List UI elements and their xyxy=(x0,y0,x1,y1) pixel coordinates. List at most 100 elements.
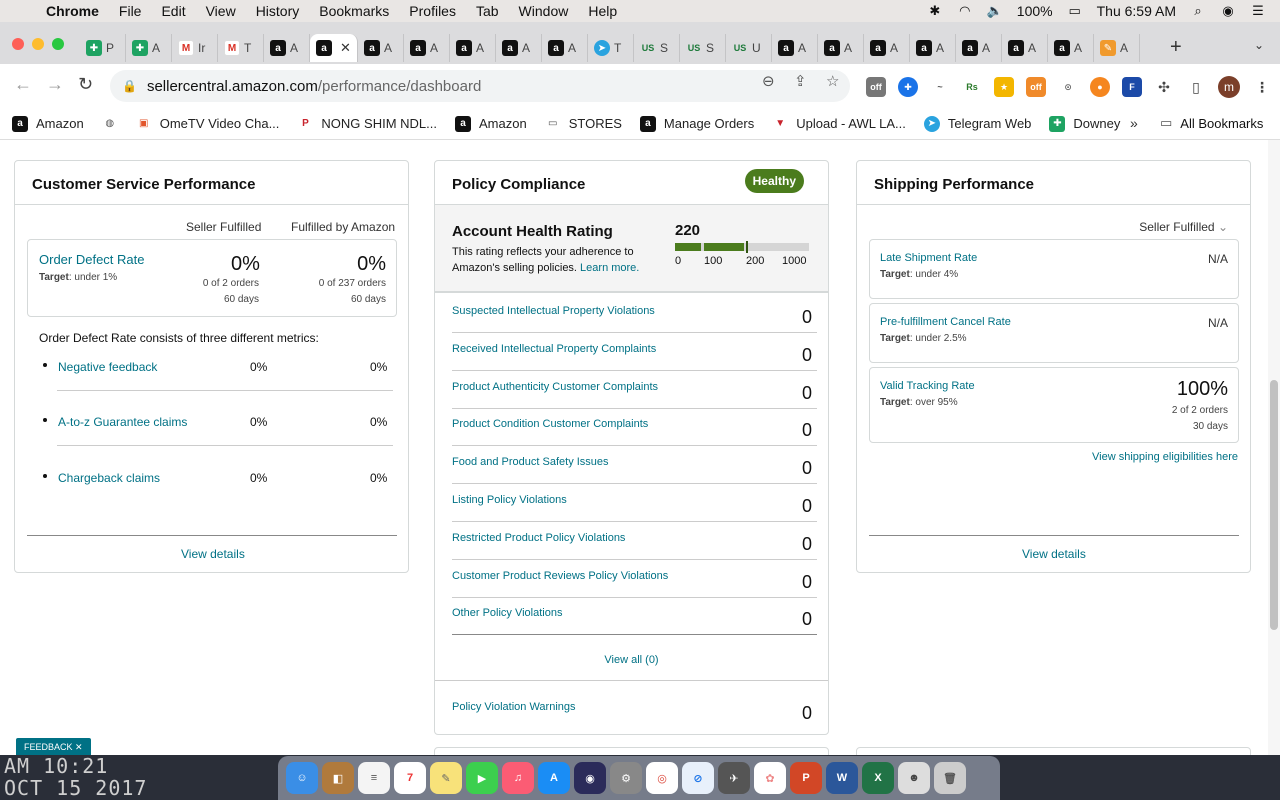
violation-link[interactable]: Customer Product Reviews Policy Violatio… xyxy=(452,570,668,582)
bookmark-item[interactable]: ▼ Upload - AWL LA... xyxy=(772,116,906,132)
browser-tab[interactable]: MT xyxy=(218,34,264,62)
view-all-violations-link[interactable]: View all (0) xyxy=(435,654,828,666)
bookmark-item[interactable]: ▣ OmeTV Video Cha... xyxy=(136,116,279,132)
reminders-icon[interactable]: ≡ xyxy=(358,762,390,794)
finder-icon[interactable]: ☺ xyxy=(286,762,318,794)
bookmark-item[interactable]: ◍ xyxy=(102,116,118,132)
menubar-clock[interactable]: Thu 6:59 AM xyxy=(1097,3,1176,19)
bookmark-item[interactable]: a Amazon xyxy=(455,115,527,132)
wifi-icon[interactable]: ◠ xyxy=(957,3,973,19)
profile-avatar[interactable]: m xyxy=(1218,76,1240,98)
close-tab-icon[interactable]: ✕ xyxy=(340,40,351,56)
more-menu-icon[interactable]: ⋮ xyxy=(1252,77,1272,97)
bookmark-item[interactable]: ✚ Downey xyxy=(1049,115,1120,132)
metric-atoz-claims-link[interactable]: A-to-z Guarantee claims xyxy=(58,415,187,429)
zoom-window-button[interactable] xyxy=(52,38,64,50)
violation-link[interactable]: Received Intellectual Property Complaint… xyxy=(452,343,656,355)
system-preferences-icon[interactable]: ⚙ xyxy=(610,762,642,794)
browser-tab[interactable]: US S xyxy=(680,34,726,62)
reload-icon[interactable]: ↻ xyxy=(78,74,93,95)
browser-tab[interactable]: ✚ A xyxy=(126,34,172,62)
side-panel-icon[interactable]: ▯ xyxy=(1186,77,1206,97)
browser-tab[interactable]: US S xyxy=(634,34,680,62)
bluetooth-icon[interactable]: ✱ xyxy=(927,3,943,19)
chrome-icon[interactable]: ◎ xyxy=(646,762,678,794)
order-defect-rate-link[interactable]: Order Defect Rate xyxy=(39,252,145,267)
violation-link[interactable]: Food and Product Safety Issues xyxy=(452,456,609,468)
browser-tab[interactable]: aA xyxy=(910,34,956,62)
browser-tab[interactable]: aA xyxy=(358,34,404,62)
close-window-button[interactable] xyxy=(12,38,24,50)
pre-fulfillment-cancel-rate-link[interactable]: Pre-fulfillment Cancel Rate xyxy=(880,316,1011,328)
siri-icon[interactable]: ◉ xyxy=(1220,3,1236,19)
browser-tab[interactable]: aA xyxy=(818,34,864,62)
metric-negative-feedback-link[interactable]: Negative feedback xyxy=(58,360,157,374)
forward-arrow-icon[interactable]: → xyxy=(46,74,64,95)
launchpad-icon[interactable]: ✈ xyxy=(718,762,750,794)
fulfillment-dropdown[interactable]: Seller Fulfilled ⌄ xyxy=(1139,220,1228,234)
metric-chargeback-claims-link[interactable]: Chargeback claims xyxy=(58,471,160,485)
spotlight-search-icon[interactable]: ⌕ xyxy=(1190,3,1206,19)
page-scrollbar[interactable] xyxy=(1268,140,1280,755)
menu-tab[interactable]: Tab xyxy=(466,3,509,19)
bookmark-item[interactable]: P NONG SHIM NDL... xyxy=(297,116,437,132)
bookmark-item[interactable]: a Manage Orders xyxy=(639,115,754,132)
extension-sale-icon[interactable]: ★ xyxy=(994,77,1014,97)
bookmarks-overflow-icon[interactable]: » xyxy=(1130,115,1138,131)
battery-icon[interactable]: ▭ xyxy=(1067,3,1083,19)
browser-tab[interactable]: M Ir xyxy=(172,34,218,62)
powerpoint-icon[interactable]: P xyxy=(790,762,822,794)
violation-link[interactable]: Suspected Intellectual Property Violatio… xyxy=(452,305,655,317)
violation-link[interactable]: Listing Policy Violations xyxy=(452,494,567,506)
browser-tab[interactable]: aA xyxy=(264,34,310,62)
feedback-button[interactable]: FEEDBACK ✕ xyxy=(16,738,91,755)
photos-icon[interactable]: ✿ xyxy=(754,762,786,794)
valid-tracking-rate-link[interactable]: Valid Tracking Rate xyxy=(880,380,975,392)
violation-link[interactable]: Product Condition Customer Complaints xyxy=(452,418,648,430)
violation-link[interactable]: Product Authenticity Customer Complaints xyxy=(452,381,658,393)
bookmark-item[interactable]: ▭ STORES xyxy=(545,116,622,132)
browser-tab[interactable]: aA xyxy=(772,34,818,62)
extension-rs-icon[interactable]: Rs xyxy=(962,77,982,97)
calendar-icon[interactable]: 7 xyxy=(394,762,426,794)
extensions-puzzle-icon[interactable]: ✣ xyxy=(1154,77,1174,97)
violation-link[interactable]: Restricted Product Policy Violations xyxy=(452,532,625,544)
bookmark-item[interactable]: ➤ Telegram Web xyxy=(923,115,1031,132)
menu-window[interactable]: Window xyxy=(509,3,579,19)
word-icon[interactable]: W xyxy=(826,762,858,794)
extension-off-icon[interactable]: off xyxy=(866,77,886,97)
trash-icon[interactable]: 🗑 xyxy=(934,762,966,794)
extension-wave-icon[interactable]: ~ xyxy=(930,77,950,97)
shipping-eligibilities-link[interactable]: View shipping eligibilities here xyxy=(1092,451,1238,463)
control-center-icon[interactable]: ☰ xyxy=(1250,3,1266,19)
browser-tab[interactable]: aA xyxy=(864,34,910,62)
zoom-icon[interactable]: ⊖ xyxy=(762,72,775,90)
extension-f-icon[interactable]: F xyxy=(1122,77,1142,97)
address-bar[interactable]: 🔒 sellercentral.amazon.com/performance/d… xyxy=(110,70,850,102)
late-shipment-rate-link[interactable]: Late Shipment Rate xyxy=(880,252,977,264)
menu-edit[interactable]: Edit xyxy=(151,3,195,19)
extension-blue-icon[interactable]: ✚ xyxy=(898,77,918,97)
facetime-icon[interactable]: ▶ xyxy=(466,762,498,794)
browser-tab[interactable]: aA xyxy=(1002,34,1048,62)
policy-violation-warnings-link[interactable]: Policy Violation Warnings xyxy=(452,701,576,713)
menu-bookmarks[interactable]: Bookmarks xyxy=(309,3,399,19)
extension-orange-icon[interactable]: ● xyxy=(1090,77,1110,97)
tab-search-chevron-icon[interactable]: ⌄ xyxy=(1254,38,1264,52)
menu-app-name[interactable]: Chrome xyxy=(40,3,109,19)
browser-tab[interactable]: aA xyxy=(450,34,496,62)
menu-profiles[interactable]: Profiles xyxy=(399,3,466,19)
contacts-icon[interactable]: ◧ xyxy=(322,762,354,794)
shipping-view-details-link[interactable]: View details xyxy=(1022,547,1086,561)
browser-tab[interactable]: ✎ A xyxy=(1094,34,1140,62)
browser-tab[interactable]: ➤ T xyxy=(588,34,634,62)
all-bookmarks-button[interactable]: ▭ All Bookmarks xyxy=(1160,115,1263,131)
minimize-window-button[interactable] xyxy=(32,38,44,50)
siri-app-icon[interactable]: ◉ xyxy=(574,762,606,794)
volume-icon[interactable]: 🔈 xyxy=(987,3,1003,19)
menu-file[interactable]: File xyxy=(109,3,152,19)
bookmark-star-icon[interactable]: ☆ xyxy=(826,72,839,90)
share-icon[interactable]: ⇪ xyxy=(794,72,807,90)
excel-icon[interactable]: X xyxy=(862,762,894,794)
scrollbar-thumb[interactable] xyxy=(1270,380,1278,630)
